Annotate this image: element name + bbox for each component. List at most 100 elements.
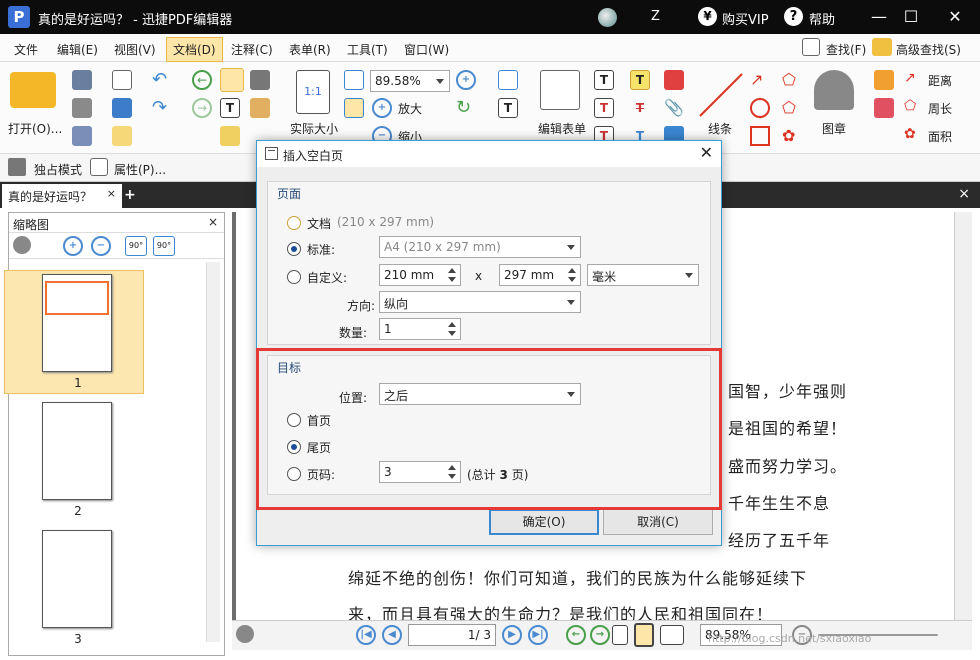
zoom-in-small-icon[interactable]: + bbox=[456, 70, 476, 90]
print-icon[interactable] bbox=[72, 98, 92, 118]
yen-icon[interactable]: ¥ bbox=[698, 7, 717, 26]
ok-button[interactable]: 确定(O) bbox=[489, 509, 599, 535]
help-icon[interactable]: ? bbox=[784, 7, 803, 26]
ellipse-icon[interactable] bbox=[750, 98, 770, 118]
menu-edit[interactable]: 编辑(E) bbox=[57, 41, 98, 58]
area-icon[interactable]: ✿ bbox=[904, 126, 924, 146]
help-link[interactable]: 帮助 bbox=[809, 9, 835, 28]
thumbnail-page-3[interactable] bbox=[42, 530, 112, 628]
edit-form-button[interactable]: 编辑表单 bbox=[538, 120, 586, 137]
zoom-in-button[interactable]: 放大 bbox=[398, 100, 422, 117]
stamp-button[interactable]: 图章 bbox=[822, 120, 846, 137]
thumbnail-page-2[interactable] bbox=[42, 402, 112, 500]
text-field-icon[interactable]: T bbox=[498, 98, 518, 118]
lines-button[interactable]: 线条 bbox=[708, 120, 732, 137]
custom-radio[interactable] bbox=[287, 270, 301, 284]
cancel-button[interactable]: 取消(C) bbox=[603, 509, 713, 535]
single-page-icon[interactable] bbox=[612, 625, 628, 645]
unit-select[interactable]: 毫米 bbox=[587, 264, 699, 286]
advanced-find-button[interactable]: 高级查找(S) bbox=[896, 41, 961, 58]
open-folder-icon[interactable] bbox=[10, 72, 56, 108]
area-button[interactable]: 面积 bbox=[928, 128, 952, 145]
distance-icon[interactable]: ↗ bbox=[904, 70, 924, 90]
tab-close-icon[interactable]: × bbox=[107, 187, 116, 200]
rotate-right-icon[interactable]: 90° bbox=[153, 236, 175, 256]
polyline-icon[interactable]: ⬠ bbox=[782, 70, 802, 90]
dialog-close-button[interactable]: ✕ bbox=[700, 143, 713, 162]
rectangle-icon[interactable] bbox=[750, 126, 770, 146]
export-icon[interactable] bbox=[72, 126, 92, 146]
page-number-input[interactable]: 1/ 3 bbox=[408, 624, 496, 646]
close-all-tabs-button[interactable]: × bbox=[958, 186, 970, 202]
next-page-icon[interactable]: ▶ bbox=[502, 625, 522, 645]
user-label[interactable]: Z bbox=[651, 9, 660, 24]
width-stepper[interactable]: 210 mm bbox=[379, 264, 461, 286]
note-icon[interactable] bbox=[664, 70, 684, 90]
strikeout-icon[interactable]: T bbox=[630, 98, 650, 118]
forward-icon[interactable]: → bbox=[192, 98, 212, 118]
height-stepper[interactable]: 297 mm bbox=[499, 264, 581, 286]
gear-icon[interactable] bbox=[13, 236, 31, 254]
snapshot-icon[interactable] bbox=[220, 126, 240, 146]
actual-size-icon[interactable]: 1:1 bbox=[296, 70, 330, 114]
status-gear-icon[interactable] bbox=[236, 625, 254, 643]
rotate-icon[interactable]: ↻ bbox=[456, 98, 476, 118]
open-button[interactable]: 打开(O)... bbox=[8, 120, 62, 137]
redo-icon[interactable]: ↷ bbox=[152, 98, 172, 118]
doc-size-radio[interactable] bbox=[287, 216, 301, 230]
attachment-icon[interactable]: 📎 bbox=[664, 98, 684, 118]
tab-document[interactable]: 真的是好运吗？ × bbox=[2, 184, 122, 208]
menu-file[interactable]: 文件 bbox=[14, 41, 38, 58]
cloud-icon[interactable]: ✿ bbox=[782, 126, 802, 146]
textbox-icon[interactable]: T bbox=[594, 98, 614, 118]
back-icon[interactable]: ← bbox=[192, 70, 212, 90]
edit-form-icon[interactable] bbox=[540, 70, 580, 110]
save-icon[interactable] bbox=[72, 70, 92, 90]
orientation-select[interactable]: 纵向 bbox=[379, 291, 581, 313]
distance-button[interactable]: 距离 bbox=[928, 72, 952, 89]
find-icon[interactable] bbox=[802, 38, 820, 56]
typewriter-icon[interactable]: T bbox=[594, 70, 614, 90]
position-select[interactable]: 之后 bbox=[379, 383, 581, 405]
find-button[interactable]: 查找(F) bbox=[826, 41, 866, 58]
fit-width-icon[interactable] bbox=[344, 98, 364, 118]
close-window-button[interactable]: ✕ bbox=[938, 4, 972, 30]
first-page-radio[interactable] bbox=[287, 413, 301, 427]
minimize-button[interactable]: — bbox=[862, 4, 896, 30]
advanced-find-icon[interactable] bbox=[872, 38, 892, 56]
facing-page-icon[interactable] bbox=[660, 625, 684, 645]
count-stepper[interactable]: 1 bbox=[379, 318, 461, 340]
perimeter-icon[interactable]: ⬠ bbox=[904, 98, 924, 118]
zoom-in-icon[interactable]: + bbox=[372, 98, 392, 118]
thumb-zoom-in-icon[interactable]: + bbox=[63, 236, 83, 256]
menu-tools[interactable]: 工具(T) bbox=[347, 41, 388, 58]
maximize-button[interactable]: ☐ bbox=[894, 4, 928, 30]
prev-page-icon[interactable]: ◀ bbox=[382, 625, 402, 645]
link-tool-icon[interactable] bbox=[498, 70, 518, 90]
standard-size-select[interactable]: A4 (210 x 297 mm) bbox=[379, 236, 581, 258]
hand-tool-icon[interactable] bbox=[220, 68, 244, 92]
menu-document[interactable]: 文档(D) bbox=[166, 37, 223, 62]
clipboard-icon[interactable] bbox=[250, 98, 270, 118]
stamp-icon[interactable] bbox=[814, 70, 854, 110]
nav-back-icon[interactable]: ← bbox=[566, 625, 586, 645]
menu-window[interactable]: 窗口(W) bbox=[404, 41, 449, 58]
rotate-left-icon[interactable]: 90° bbox=[125, 236, 147, 256]
perimeter-button[interactable]: 周长 bbox=[928, 100, 952, 117]
highlight-icon[interactable]: T bbox=[630, 70, 650, 90]
theme-moon-icon[interactable] bbox=[598, 8, 617, 27]
arrow-icon[interactable]: ↗ bbox=[750, 70, 770, 90]
undo-icon[interactable]: ↶ bbox=[152, 70, 172, 90]
last-page-radio[interactable] bbox=[287, 440, 301, 454]
standard-radio[interactable] bbox=[287, 242, 301, 256]
panel-close-icon[interactable]: × bbox=[208, 215, 218, 229]
thumbnail-page-1[interactable] bbox=[42, 274, 112, 372]
new-doc-icon[interactable] bbox=[112, 126, 132, 146]
buy-vip-link[interactable]: 购买VIP bbox=[722, 9, 769, 28]
first-page-icon[interactable]: |◀ bbox=[356, 625, 376, 645]
new-tab-button[interactable]: + bbox=[124, 187, 136, 203]
actual-size-button[interactable]: 实际大小 bbox=[290, 120, 338, 137]
continuous-page-icon[interactable] bbox=[634, 623, 654, 647]
properties-button[interactable]: 属性(P)... bbox=[114, 161, 166, 178]
nav-forward-icon[interactable]: → bbox=[590, 625, 610, 645]
